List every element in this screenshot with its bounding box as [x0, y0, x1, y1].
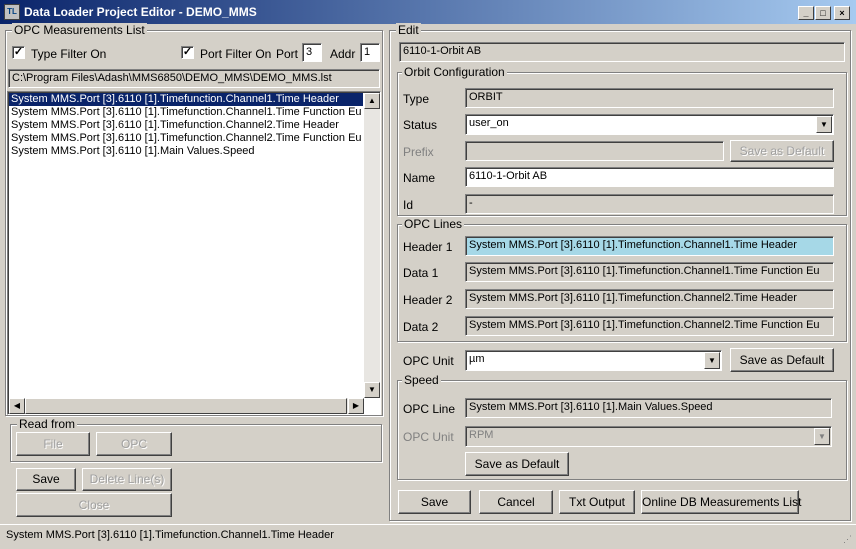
list-item[interactable]: System MMS.Port [3].6110 [1].Timefunctio…	[9, 93, 363, 106]
list-item[interactable]: System MMS.Port [3].6110 [1].Timefunctio…	[9, 106, 363, 119]
speed-opc-unit-select[interactable]: RPM	[465, 426, 832, 447]
id-label: Id	[403, 198, 414, 212]
close-button[interactable]: ×	[834, 6, 850, 20]
header1-label: Header 1	[403, 240, 453, 254]
speed-opc-line-label: OPC Line	[403, 402, 456, 416]
list-item[interactable]: System MMS.Port [3].6110 [1].Timefunctio…	[9, 132, 363, 145]
online-db-measurements-button[interactable]: Online DB Measurements List	[641, 490, 801, 514]
port-label: Port	[276, 47, 299, 61]
status-select[interactable]: user_on	[465, 114, 834, 135]
save-button[interactable]: Save	[398, 490, 471, 514]
read-opc-button[interactable]: OPC	[96, 432, 172, 456]
status-text: System MMS.Port [3].6110 [1].Timefunctio…	[6, 529, 334, 541]
speed-opc-unit-label: OPC Unit	[403, 430, 454, 444]
opc-unit-select[interactable]: µm	[465, 350, 722, 371]
data1-label: Data 1	[403, 266, 439, 280]
read-from-title: Read from	[17, 417, 78, 431]
window-title: Data Loader Project Editor - DEMO_MMS	[24, 5, 257, 19]
data2-field[interactable]: System MMS.Port [3].6110 [1].Timefunctio…	[465, 316, 834, 336]
type-label: Type	[403, 92, 430, 106]
opc-measurements-title: OPC Measurements List	[12, 23, 147, 37]
resize-grip-icon[interactable]: ⋰	[838, 534, 852, 547]
delete-lines-button[interactable]: Delete Line(s)	[82, 468, 172, 491]
speed-save-default-button[interactable]: Save as Default	[465, 452, 569, 476]
speed-title: Speed	[402, 373, 441, 387]
header2-field[interactable]: System MMS.Port [3].6110 [1].Timefunctio…	[465, 289, 834, 309]
minimize-button[interactable]: _	[798, 6, 814, 20]
port-filter-label: Port Filter On	[200, 47, 272, 61]
addr-label: Addr	[330, 47, 356, 61]
addr-input[interactable]: 1	[360, 43, 380, 62]
opc-unit-label: OPC Unit	[403, 354, 454, 368]
port-filter-checkbox[interactable]: ✓	[181, 46, 194, 59]
list-item[interactable]: System MMS.Port [3].6110 [1].Main Values…	[9, 145, 363, 158]
scroll-up-button[interactable]: ▲	[364, 93, 380, 109]
type-filter-label: Type Filter On	[31, 47, 107, 61]
txt-output-button[interactable]: Txt Output	[559, 490, 635, 514]
speed-opc-line-field: System MMS.Port [3].6110 [1].Main Values…	[465, 398, 832, 418]
save-list-button[interactable]: Save	[16, 468, 76, 491]
id-field: -	[465, 194, 834, 214]
type-field: ORBIT	[465, 88, 834, 108]
status-label: Status	[403, 118, 438, 132]
app-icon: TL	[4, 4, 20, 20]
opc-unit-save-default-button[interactable]: Save as Default	[730, 348, 834, 372]
maximize-button[interactable]: □	[815, 6, 831, 20]
edit-title: Edit	[396, 23, 421, 37]
measurements-list: System MMS.Port [3].6110 [1].Timefunctio…	[9, 93, 363, 158]
scroll-right-button[interactable]: ▶	[348, 398, 364, 414]
header1-field[interactable]: System MMS.Port [3].6110 [1].Timefunctio…	[465, 236, 834, 256]
orbit-config-title: Orbit Configuration	[402, 65, 507, 79]
read-file-button[interactable]: File	[16, 432, 90, 456]
vertical-scrollbar[interactable]	[364, 93, 380, 398]
horizontal-scroll-thumb[interactable]	[25, 398, 347, 414]
prefix-label: Prefix	[403, 145, 434, 159]
port-input[interactable]: 3	[302, 43, 322, 62]
name-input[interactable]: 6110-1-Orbit AB	[465, 167, 834, 187]
edit-name-field: 6110-1-Orbit AB	[399, 42, 845, 62]
opc-unit-dropdown-icon[interactable]: ▼	[704, 352, 720, 369]
cancel-button[interactable]: Cancel	[479, 490, 553, 514]
header2-label: Header 2	[403, 293, 453, 307]
type-filter-checkbox[interactable]: ✓	[12, 46, 25, 59]
scroll-down-button[interactable]: ▼	[364, 382, 380, 398]
scroll-left-button[interactable]: ◀	[9, 398, 25, 414]
data2-label: Data 2	[403, 320, 439, 334]
prefix-field	[465, 141, 724, 161]
list-item[interactable]: System MMS.Port [3].6110 [1].Timefunctio…	[9, 119, 363, 132]
prefix-save-default-button[interactable]: Save as Default	[730, 140, 834, 162]
name-label: Name	[403, 171, 436, 185]
data1-field[interactable]: System MMS.Port [3].6110 [1].Timefunctio…	[465, 262, 834, 282]
file-path-field: C:\Program Files\Adash\MMS6850\DEMO_MMS\…	[8, 69, 380, 88]
close-list-button[interactable]: Close	[16, 493, 172, 517]
speed-unit-dropdown-icon[interactable]: ▼	[814, 428, 830, 445]
status-dropdown-icon[interactable]: ▼	[816, 116, 832, 133]
opc-lines-title: OPC Lines	[402, 217, 465, 231]
